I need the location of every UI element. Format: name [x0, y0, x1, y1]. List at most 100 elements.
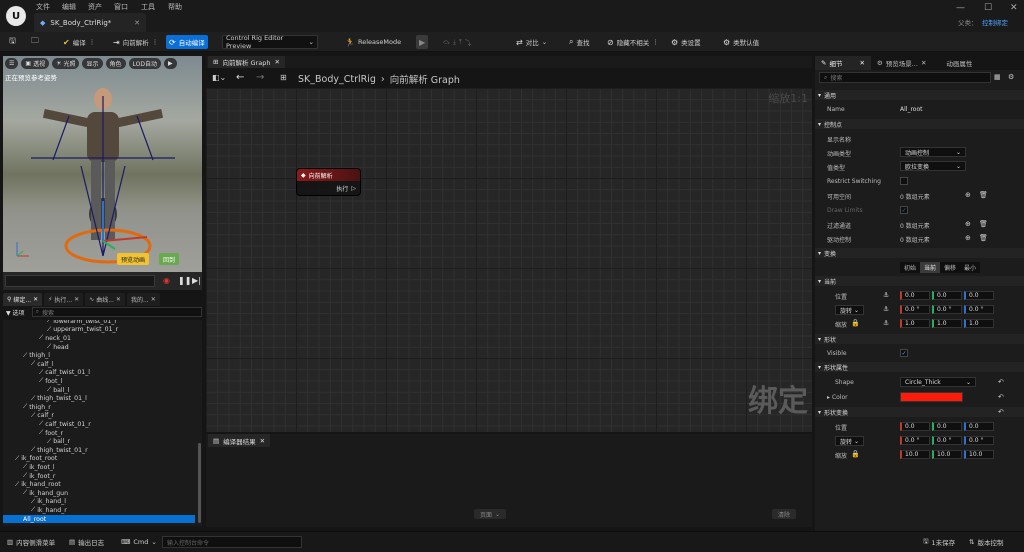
menu-help[interactable]: 帮助: [168, 2, 182, 12]
menu-tools[interactable]: 工具: [141, 2, 155, 12]
unreal-logo-icon[interactable]: U: [6, 6, 26, 26]
tree-item[interactable]: ⟋ calf_twist_01_r: [39, 420, 91, 429]
tab-rig-hierarchy[interactable]: ⚲ 绑定... ✕: [3, 293, 43, 306]
tree-item[interactable]: ⟋ foot_r: [39, 429, 63, 438]
close-icon[interactable]: ✕: [116, 296, 121, 303]
lock-icon[interactable]: 🔒: [851, 450, 860, 458]
scale-y[interactable]: 1.0: [932, 319, 962, 328]
close-icon[interactable]: ✕: [151, 296, 156, 303]
tab-preview-scene[interactable]: ⚙ 预览场景... ✕: [871, 56, 932, 70]
rotation-x[interactable]: 0.0 °: [900, 305, 930, 314]
tree-item[interactable]: ⟋ thigh_twist_01_l: [31, 394, 87, 403]
compile-button[interactable]: ✔ 编译 ⋮: [60, 35, 98, 49]
menu-edit[interactable]: 编辑: [62, 2, 76, 12]
timeline-scrubber[interactable]: [5, 275, 155, 287]
unsaved-button[interactable]: 🖫 1未保存: [920, 536, 958, 548]
shape-scale-x[interactable]: 10.0: [900, 450, 930, 459]
visible-checkbox[interactable]: ✓: [900, 349, 908, 357]
tab-my-blueprint[interactable]: 我的... ✕: [126, 293, 160, 306]
window-close-icon[interactable]: ✕: [1010, 3, 1018, 13]
breadcrumb-root[interactable]: SK_Body_CtrlRig: [298, 74, 376, 85]
tree-item[interactable]: ⟋ ik_foot_r: [23, 472, 55, 481]
record-icon[interactable]: ◉: [163, 276, 170, 285]
tree-item[interactable]: ⟋ neck_01: [39, 334, 71, 343]
shape-dropdown[interactable]: Circle_Thick ⌄: [900, 377, 976, 387]
scale-x[interactable]: 1.0: [900, 319, 930, 328]
reset-icon[interactable]: ↶: [998, 378, 1004, 386]
rotation-y[interactable]: 0.0 °: [932, 305, 962, 314]
tree-item[interactable]: ⟋ thigh_twist_01_r: [31, 446, 88, 455]
tab-details[interactable]: ✎ 细节 ✕: [815, 56, 871, 70]
settings-icon[interactable]: ⚙: [1008, 73, 1014, 81]
mode-minimum[interactable]: 最小: [960, 262, 980, 273]
tree-item[interactable]: ⟋ thigh_l: [23, 351, 50, 360]
show-button[interactable]: 显示: [82, 57, 103, 69]
section-general[interactable]: ▾ 通用: [815, 90, 1024, 100]
tree-item[interactable]: ⟋ ball_l: [47, 386, 69, 395]
rotation-mode-dropdown[interactable]: 旋转 ⌄: [835, 305, 864, 315]
menu-file[interactable]: 文件: [36, 2, 50, 12]
shape-rotation-y[interactable]: 0.0 °: [932, 436, 962, 445]
color-swatch[interactable]: [900, 392, 963, 402]
filter-options-dropdown[interactable]: ▼ 选项: [3, 308, 28, 317]
tab-anim-attributes[interactable]: 动画属性: [940, 56, 978, 70]
location-x[interactable]: 0.0: [900, 291, 930, 300]
add-icon[interactable]: ⊕: [965, 234, 971, 242]
lock-icon[interactable]: 🔒: [851, 319, 860, 327]
mode-current[interactable]: 当前: [920, 262, 941, 273]
location-y[interactable]: 0.0: [932, 291, 962, 300]
shape-location-y[interactable]: 0.0: [932, 422, 962, 431]
graph-options-icon[interactable]: ◧⌄: [212, 73, 226, 82]
preview-viewport[interactable]: ☰ ▣ 透视 ☀ 光照 显示 角色 LOD自动 ▶ 正在预览参考姿势 预览动画 回到: [3, 56, 202, 272]
section-control[interactable]: ▾ 控制点: [815, 119, 1024, 129]
tree-item[interactable]: ⟋ head: [47, 343, 69, 352]
tree-item[interactable]: ⟋ ik_foot_l: [23, 463, 55, 472]
tree-item[interactable]: ⟋ ball_r: [47, 437, 70, 446]
hierarchy-search-input[interactable]: ⌕ 搜索: [31, 307, 202, 317]
add-icon[interactable]: ⊕: [965, 191, 971, 199]
trash-icon[interactable]: 🗑: [979, 191, 988, 199]
forward-solve-node[interactable]: ◆ 向前解析 执行 ▷: [296, 168, 361, 196]
shape-scale-z[interactable]: 10.0: [964, 450, 994, 459]
tree-item[interactable]: ⟋ ik_hand_r: [31, 506, 67, 515]
class-defaults-button[interactable]: ⚙ 类默认值: [720, 35, 762, 49]
trash-icon[interactable]: 🗑: [979, 220, 988, 228]
release-mode-button[interactable]: 🏃 ReleaseMode: [342, 35, 404, 49]
table-view-icon[interactable]: ▦: [994, 73, 1001, 81]
source-control-button[interactable]: ⇅ 版本控制: [966, 536, 1006, 548]
tree-item[interactable]: ⟋ ik_hand_l: [31, 498, 66, 507]
scale-z[interactable]: 1.0: [964, 319, 994, 328]
save-button[interactable]: 🖫: [6, 35, 19, 49]
location-z[interactable]: 0.0: [964, 291, 994, 300]
restrict-switching-checkbox[interactable]: [900, 177, 908, 185]
class-settings-button[interactable]: ⚙ 类设置: [668, 35, 704, 49]
output-log-button[interactable]: ▤ 输出日志: [66, 536, 107, 548]
tree-item[interactable]: ⟋ foot_l: [39, 377, 62, 386]
page-dropdown[interactable]: 页面 ⌄: [474, 509, 507, 519]
close-icon[interactable]: ✕: [33, 296, 38, 303]
shape-location-z[interactable]: 0.0: [964, 422, 994, 431]
preview-mode-dropdown[interactable]: Control Rig Editor Preview ⌄: [222, 34, 318, 50]
reset-button[interactable]: 回到: [159, 253, 180, 265]
diff-button[interactable]: ⇄ 对比 ⌄: [513, 35, 550, 49]
reset-icon[interactable]: ↶: [998, 393, 1004, 401]
menu-assets[interactable]: 资产: [88, 2, 102, 12]
tree-item[interactable]: ⟋ ik_foot_root: [15, 455, 57, 464]
section-shape-transform[interactable]: ▾ 形状变换: [815, 407, 1024, 417]
reset-icon[interactable]: ↶: [998, 408, 1004, 416]
name-value[interactable]: All_root: [900, 106, 922, 113]
console-command-input[interactable]: 输入控制台命令: [162, 536, 302, 548]
play-button[interactable]: ▶: [416, 35, 429, 49]
tree-item[interactable]: All_root: [3, 514, 195, 524]
close-icon[interactable]: ✕: [260, 437, 265, 445]
step-controls[interactable]: ⤼ ⤓ ⤒ ⤵: [440, 35, 474, 49]
tree-item[interactable]: ⟋ calf_r: [31, 412, 54, 421]
tree-item[interactable]: ⟋ thigh_r: [23, 403, 51, 412]
tree-item[interactable]: ⟋ calf_twist_01_l: [39, 369, 90, 378]
shape-rotation-z[interactable]: 0.0 °: [964, 436, 994, 445]
shape-scale-y[interactable]: 10.0: [932, 450, 962, 459]
shape-rotation-mode-dropdown[interactable]: 旋转 ⌄: [835, 436, 864, 446]
close-icon[interactable]: ✕: [134, 19, 140, 27]
browse-button[interactable]: 🗀: [28, 35, 42, 49]
find-button[interactable]: ⌕ 查找: [566, 35, 592, 49]
